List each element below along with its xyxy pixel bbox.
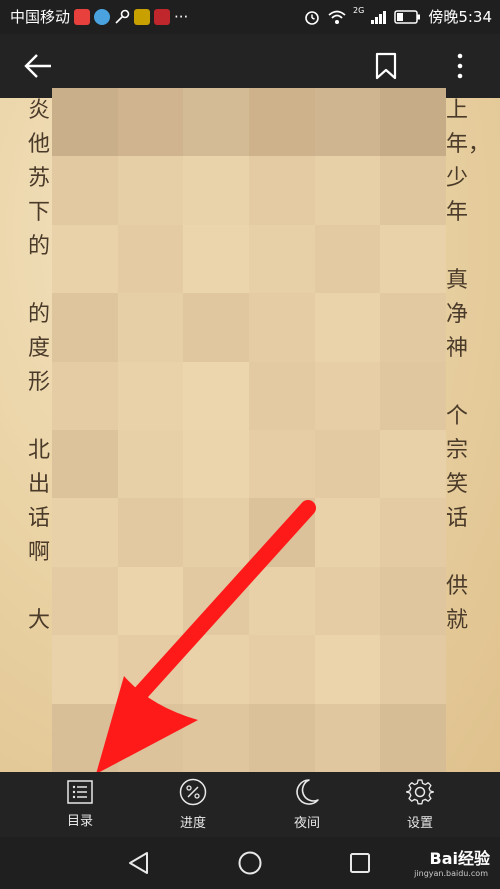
list-icon — [67, 780, 93, 804]
watermark-logo: Bai经验 — [429, 849, 490, 868]
square-recents-icon — [350, 853, 370, 873]
menu-item-progress[interactable]: 进度 — [143, 772, 243, 837]
circle-home-icon — [238, 851, 262, 875]
menu-label: 目录 — [66, 814, 93, 829]
text-char: 供 — [446, 574, 469, 599]
signal-icon — [371, 11, 387, 24]
percent-icon — [179, 778, 207, 806]
text-char: 下 — [28, 200, 51, 225]
text-char: 真 — [446, 268, 469, 293]
nav-back-button[interactable] — [118, 847, 158, 879]
text-char: 年 — [446, 200, 469, 225]
text-char: 炎 — [28, 98, 51, 123]
menu-label: 夜间 — [293, 816, 320, 831]
reader-bottom-menu: 目录 进度 夜间 设置 — [0, 772, 500, 837]
status-bar: 中国移动 ··· 2G 傍晚5:34 — [0, 0, 500, 34]
menu-label: 进度 — [179, 816, 206, 831]
app-notification-icon — [154, 9, 171, 25]
text-char: 个 — [446, 404, 469, 429]
app-notification-icon — [74, 9, 91, 25]
text-char: 净 — [446, 302, 469, 327]
bookmark-icon — [375, 52, 397, 80]
text-column-right: 上 年， 少 年 口 真 净 神 口 个 宗 笑 话 口 供 就 — [446, 98, 490, 638]
arrow-left-icon — [24, 54, 51, 78]
text-char: 的 — [28, 234, 51, 259]
system-nav-bar: Bai经验 jingyan.baidu.com — [0, 837, 500, 889]
moon-icon — [296, 779, 319, 805]
text-char: 度 — [28, 336, 51, 361]
status-right: 2G 傍晚5:34 — [303, 0, 492, 34]
clock: 傍晚5:34 — [428, 8, 492, 26]
app-notification-icon — [94, 9, 111, 25]
text-char: 上 — [446, 98, 469, 123]
app-notification-icon — [134, 9, 151, 25]
triangle-back-icon — [129, 852, 148, 874]
text-char: 年， — [446, 132, 491, 157]
gear-icon — [406, 779, 434, 805]
menu-label: 设置 — [406, 816, 433, 831]
watermark-url: jingyan.baidu.com — [414, 869, 488, 878]
text-char: 神 — [446, 336, 469, 361]
text-char: 笑 — [446, 472, 469, 497]
status-left: 中国移动 ··· — [10, 0, 188, 34]
back-button[interactable] — [16, 44, 60, 88]
text-char: 北 — [28, 438, 51, 463]
text-char: 的 — [28, 302, 51, 327]
battery-icon — [394, 10, 421, 24]
more-options-button[interactable] — [438, 44, 482, 88]
alarm-icon — [305, 11, 319, 25]
menu-item-settings[interactable]: 设置 — [370, 772, 470, 837]
more-vertical-icon — [457, 53, 463, 79]
text-char: 他 — [28, 132, 51, 157]
bookmark-button[interactable] — [364, 44, 408, 88]
carrier-name: 中国移动 — [10, 8, 71, 26]
menu-item-night-mode[interactable]: 夜间 — [257, 772, 357, 837]
wifi-icon — [328, 10, 346, 24]
text-char: 少 — [446, 166, 469, 191]
pixelated-text-region — [52, 88, 446, 772]
nav-home-button[interactable] — [230, 847, 270, 879]
text-char: 宗 — [446, 438, 469, 463]
network-type: 2G — [353, 6, 365, 15]
text-char: 啊 — [28, 540, 51, 565]
nav-recents-button[interactable] — [340, 847, 380, 879]
text-char: 就 — [446, 608, 469, 633]
more-notifications: ··· — [174, 8, 189, 26]
text-char: 苏 — [28, 166, 51, 191]
text-char: 大 — [28, 608, 51, 633]
text-char: 话 — [446, 506, 469, 531]
text-column-left: 炎 他 苏 下 的 口 的 度 形 口 北 出 话 啊 口 大 — [28, 98, 50, 638]
text-char: 形 — [28, 370, 51, 395]
text-char: 出 — [28, 472, 51, 497]
key-icon — [115, 9, 130, 24]
text-char: 话 — [28, 506, 51, 531]
menu-item-contents[interactable]: 目录 — [30, 772, 130, 837]
